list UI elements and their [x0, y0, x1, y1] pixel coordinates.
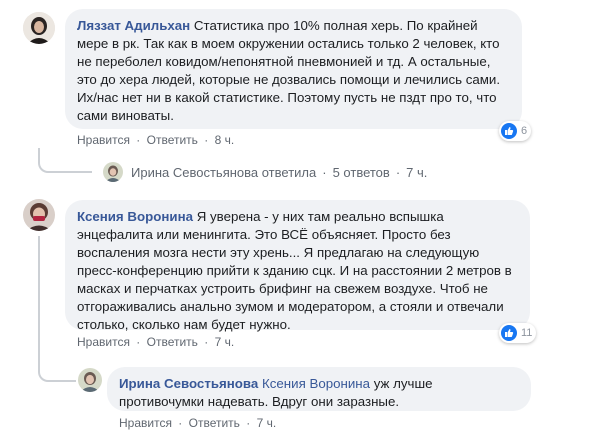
like-icon: [501, 325, 517, 341]
reaction-count[interactable]: 6: [499, 121, 532, 141]
separator: ·: [178, 416, 183, 430]
separator: ·: [246, 416, 251, 430]
comment-author[interactable]: Ляззат Адильхан: [77, 18, 190, 33]
like-link[interactable]: Нравится: [77, 335, 130, 349]
reply-bubble: Ирина Севостьянова Ксения Воронина уж лу…: [107, 367, 531, 411]
separator: ·: [395, 164, 401, 180]
comment-bubble: Ляззат Адильхан Статистика про 10% полна…: [65, 9, 522, 129]
comment-author[interactable]: Ксения Воронина: [77, 209, 193, 224]
reply-actions: Нравится · Ответить · 7 ч.: [119, 416, 276, 430]
thread-connector: [38, 236, 76, 382]
reply-author[interactable]: Ирина Севостьянова: [119, 376, 258, 391]
like-icon: [501, 123, 517, 139]
comment-time[interactable]: 8 ч.: [215, 133, 235, 147]
reaction-number: 11: [521, 327, 533, 339]
replies-count: 5 ответов: [332, 164, 390, 180]
reply-mention[interactable]: Ксения Воронина: [262, 376, 370, 391]
comment-actions: Нравится · Ответить · 7 ч.: [77, 335, 234, 349]
avatar[interactable]: [23, 199, 55, 231]
reply-link[interactable]: Ответить: [147, 335, 198, 349]
comment-time[interactable]: 7 ч.: [215, 335, 235, 349]
separator: ·: [322, 164, 327, 180]
replies-summary-text: Ирина Севостьянова ответила: [131, 164, 317, 180]
reaction-count[interactable]: 11: [499, 323, 537, 343]
thread-connector: [38, 148, 92, 173]
comment-actions: Нравится · Ответить · 8 ч.: [77, 133, 234, 147]
separator: ·: [204, 335, 209, 349]
replies-summary[interactable]: Ирина Севостьянова ответила · 5 ответов …: [103, 161, 427, 183]
like-link[interactable]: Нравится: [119, 416, 172, 430]
separator: ·: [136, 133, 141, 147]
reaction-number: 6: [521, 125, 528, 137]
like-link[interactable]: Нравится: [77, 133, 130, 147]
separator: ·: [204, 133, 209, 147]
avatar: [103, 162, 123, 182]
comment-bubble: Ксения Воронина Я уверена - у них там ре…: [65, 200, 530, 332]
separator: ·: [136, 335, 141, 349]
reply-link[interactable]: Ответить: [147, 133, 198, 147]
avatar[interactable]: [23, 12, 55, 44]
reply-time[interactable]: 7 ч.: [257, 416, 277, 430]
comment-text: Я уверена - у них там реально вспышка эн…: [77, 209, 512, 332]
comment-text: Статистика про 10% полная херь. По крайн…: [77, 18, 501, 123]
replies-time: 7 ч.: [406, 164, 428, 180]
reply-link[interactable]: Ответить: [189, 416, 240, 430]
avatar[interactable]: [78, 368, 102, 392]
